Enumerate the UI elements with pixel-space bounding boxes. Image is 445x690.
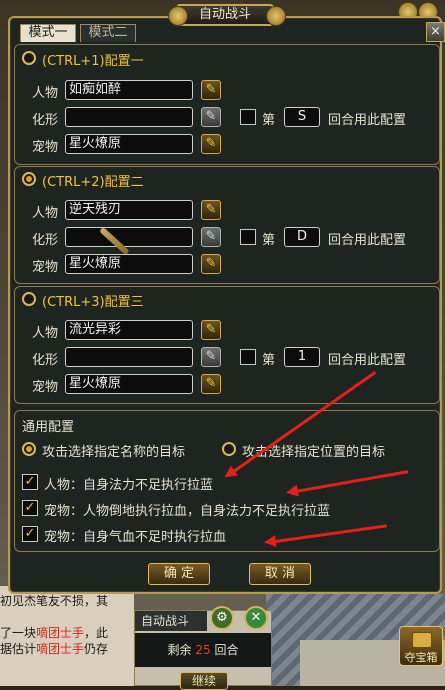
option-2-label: 宠物：人物倒地执行拉血，自身法力不足执行拉蓝 — [44, 504, 331, 519]
tab-mode-1[interactable]: 模式一 — [20, 24, 76, 42]
remaining-suffix: 回合 — [214, 643, 239, 657]
close-button[interactable]: × — [426, 22, 445, 42]
person-label: 人物 — [32, 206, 59, 221]
target-by-name-label: 攻击选择指定名称的目标 — [42, 445, 186, 460]
round-input[interactable]: 1 — [284, 347, 320, 367]
form-skill-field[interactable] — [65, 107, 193, 127]
edit-pencil-icon[interactable]: ✎ — [201, 107, 221, 127]
option-3-label: 宠物：自身气血不足时执行拉血 — [44, 530, 227, 545]
edit-pencil-icon[interactable]: ✎ — [201, 227, 221, 247]
person-label: 人物 — [32, 326, 59, 341]
remaining-prefix: 剩余 — [167, 643, 192, 657]
option-1-checkbox[interactable]: ✓ — [22, 474, 38, 490]
pet-skill-field[interactable]: 星火燎原 — [65, 134, 193, 154]
chat-highlight: 嘀团士手 — [36, 642, 85, 656]
option-1-label: 人物：自身法力不足执行拉蓝 — [44, 478, 214, 493]
round-input[interactable]: D — [284, 227, 320, 247]
form-skill-field[interactable] — [65, 227, 193, 247]
person-label: 人物 — [32, 86, 59, 101]
config-2-title: (CTRL+2)配置二 — [42, 175, 144, 190]
option-3-checkbox[interactable]: ✓ — [22, 526, 38, 542]
dialog-title: 自动战斗 — [176, 4, 274, 26]
config-2-radio[interactable] — [22, 172, 36, 186]
auto-battle-widget-title: 自动战斗 — [135, 611, 207, 631]
form-label: 化形 — [32, 233, 59, 248]
cancel-button[interactable]: 取 消 — [249, 563, 311, 585]
pet-skill-field[interactable]: 星火燎原 — [65, 254, 193, 274]
close-icon[interactable]: ✕ — [244, 606, 268, 630]
target-by-pos-radio[interactable] — [222, 442, 236, 456]
edit-pencil-icon[interactable]: ✎ — [201, 134, 221, 154]
chat-line: 了一块嘀团士手，此 — [0, 624, 108, 641]
confirm-button[interactable]: 确 定 — [148, 563, 210, 585]
config-3-title: (CTRL+3)配置三 — [42, 295, 144, 310]
general-config-title: 通用配置 — [22, 420, 75, 435]
remaining-rounds: 剩余 25 回合 — [135, 633, 271, 667]
chat-text: 仍存 — [84, 642, 109, 656]
chat-highlight: 嘀团士手 — [36, 626, 85, 640]
pet-label: 宠物 — [32, 140, 59, 155]
edit-pencil-icon[interactable]: ✎ — [201, 347, 221, 367]
round-checkbox[interactable] — [240, 229, 256, 245]
edit-pencil-icon[interactable]: ✎ — [201, 320, 221, 340]
chat-line: 初见杰笔友不损，其 — [0, 592, 108, 609]
title-ornament-icon — [266, 6, 286, 26]
target-by-name-radio[interactable] — [22, 442, 36, 456]
person-skill-field[interactable]: 流光异彩 — [65, 320, 193, 340]
round-suffix: 回合用此配置 — [328, 353, 407, 368]
continue-button[interactable]: 继续 — [180, 672, 228, 690]
person-skill-field[interactable]: 如痴如醉 — [65, 80, 193, 100]
edit-pencil-icon[interactable]: ✎ — [201, 80, 221, 100]
config-3-radio[interactable] — [22, 292, 36, 306]
round-checkbox[interactable] — [240, 109, 256, 125]
round-suffix: 回合用此配置 — [328, 113, 407, 128]
round-prefix: 第 — [262, 233, 276, 248]
round-prefix: 第 — [262, 113, 276, 128]
remaining-count: 25 — [195, 643, 211, 657]
pet-skill-field[interactable]: 星火燎原 — [65, 374, 193, 394]
edit-pencil-icon[interactable]: ✎ — [201, 374, 221, 394]
form-label: 化形 — [32, 353, 59, 368]
chat-text: 据估计 — [0, 642, 37, 656]
title-ornament-icon — [168, 6, 188, 26]
pet-label: 宠物 — [32, 260, 59, 275]
pet-label: 宠物 — [32, 380, 59, 395]
edit-pencil-icon[interactable]: ✎ — [201, 254, 221, 274]
option-2-checkbox[interactable]: ✓ — [22, 500, 38, 516]
gear-icon[interactable]: ⚙ — [210, 606, 234, 630]
round-prefix: 第 — [262, 353, 276, 368]
form-skill-field[interactable] — [65, 347, 193, 367]
form-label: 化形 — [32, 113, 59, 128]
round-input[interactable]: S — [284, 107, 320, 127]
round-checkbox[interactable] — [240, 349, 256, 365]
chat-text: 初见杰笔友不损，其 — [0, 594, 109, 608]
edit-pencil-icon[interactable]: ✎ — [201, 200, 221, 220]
config-1-title: (CTRL+1)配置一 — [42, 54, 144, 69]
tab-mode-2[interactable]: 模式二 — [80, 24, 136, 42]
person-skill-field[interactable]: 逆天残刃 — [65, 200, 193, 220]
chat-line: 据估计嘀团士手仍存 — [0, 640, 108, 657]
treasure-chest-button[interactable]: 夺宝箱 — [399, 626, 443, 666]
config-1-radio[interactable] — [22, 51, 36, 65]
treasure-label: 夺宝箱 — [404, 651, 438, 664]
chat-text: ，此 — [84, 626, 109, 640]
round-suffix: 回合用此配置 — [328, 233, 407, 248]
chat-text: 了一块 — [0, 626, 37, 640]
